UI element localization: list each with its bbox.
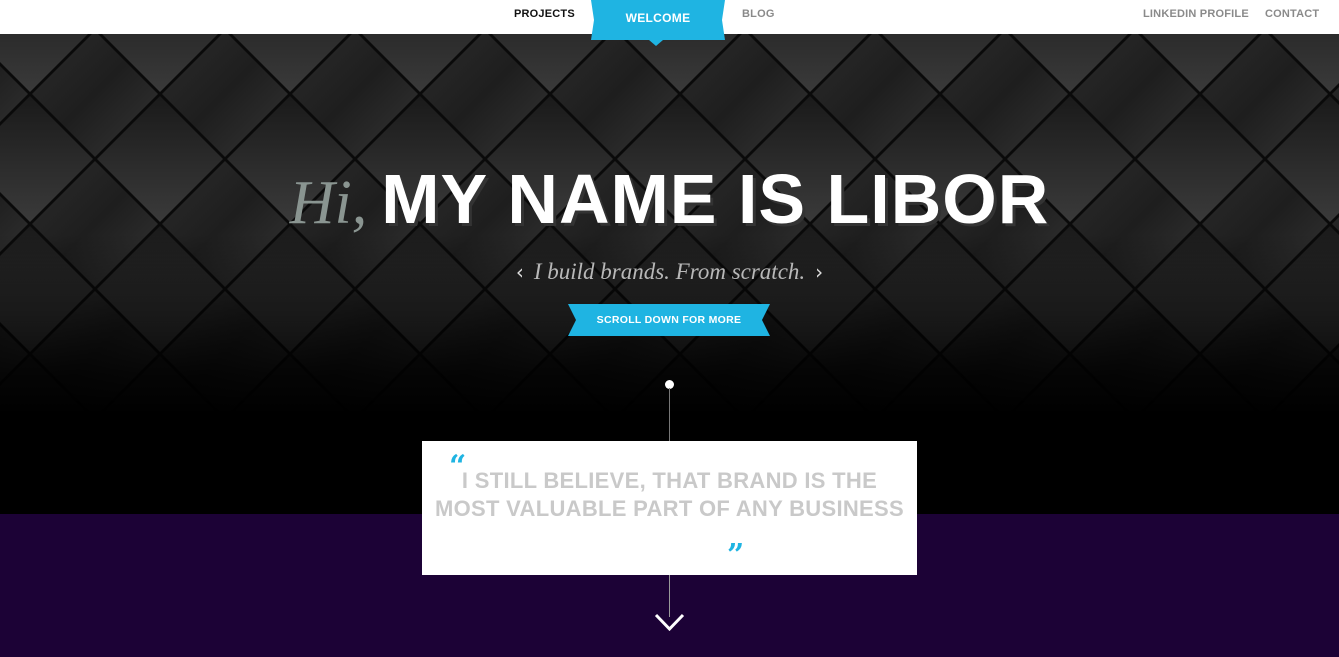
nav-linkedin-link[interactable]: LINKEDIN PROFILE bbox=[1143, 8, 1249, 20]
chevron-left-icon: ‹ bbox=[515, 260, 524, 284]
nav-welcome-tab[interactable]: WELCOME bbox=[591, 0, 725, 46]
connector-line-bottom bbox=[669, 575, 670, 617]
scroll-down-button[interactable]: SCROLL DOWN FOR MORE bbox=[568, 304, 770, 336]
connector-line-top bbox=[669, 388, 670, 441]
tagline-text: I build brands. From scratch. bbox=[533, 259, 806, 284]
hero-name: MY NAME IS LIBOR bbox=[381, 160, 1050, 238]
nav-welcome-label: WELCOME bbox=[625, 11, 691, 25]
chevron-down-icon[interactable] bbox=[654, 612, 685, 637]
quote-box: “ I STILL BELIEVE, THAT BRAND IS THE MOS… bbox=[422, 441, 917, 575]
hero-tagline: ‹ I build brands. From scratch. › bbox=[0, 259, 1339, 285]
hero-headline: Hi, MY NAME IS LIBOR bbox=[0, 159, 1339, 239]
quote-text: I STILL BELIEVE, THAT BRAND IS THE MOST … bbox=[435, 468, 904, 521]
scroll-down-label: SCROLL DOWN FOR MORE bbox=[596, 314, 742, 326]
chevron-right-icon: › bbox=[815, 260, 824, 284]
nav-projects-link[interactable]: PROJECTS bbox=[514, 8, 575, 20]
hero-greeting: Hi, bbox=[289, 169, 368, 237]
top-nav: PROJECTS WELCOME BLOG LINKEDIN PROFILE C… bbox=[0, 0, 1339, 46]
close-quote-icon: ” bbox=[727, 538, 745, 573]
nav-contact-link[interactable]: CONTACT bbox=[1265, 8, 1319, 20]
nav-blog-link[interactable]: BLOG bbox=[742, 8, 775, 20]
